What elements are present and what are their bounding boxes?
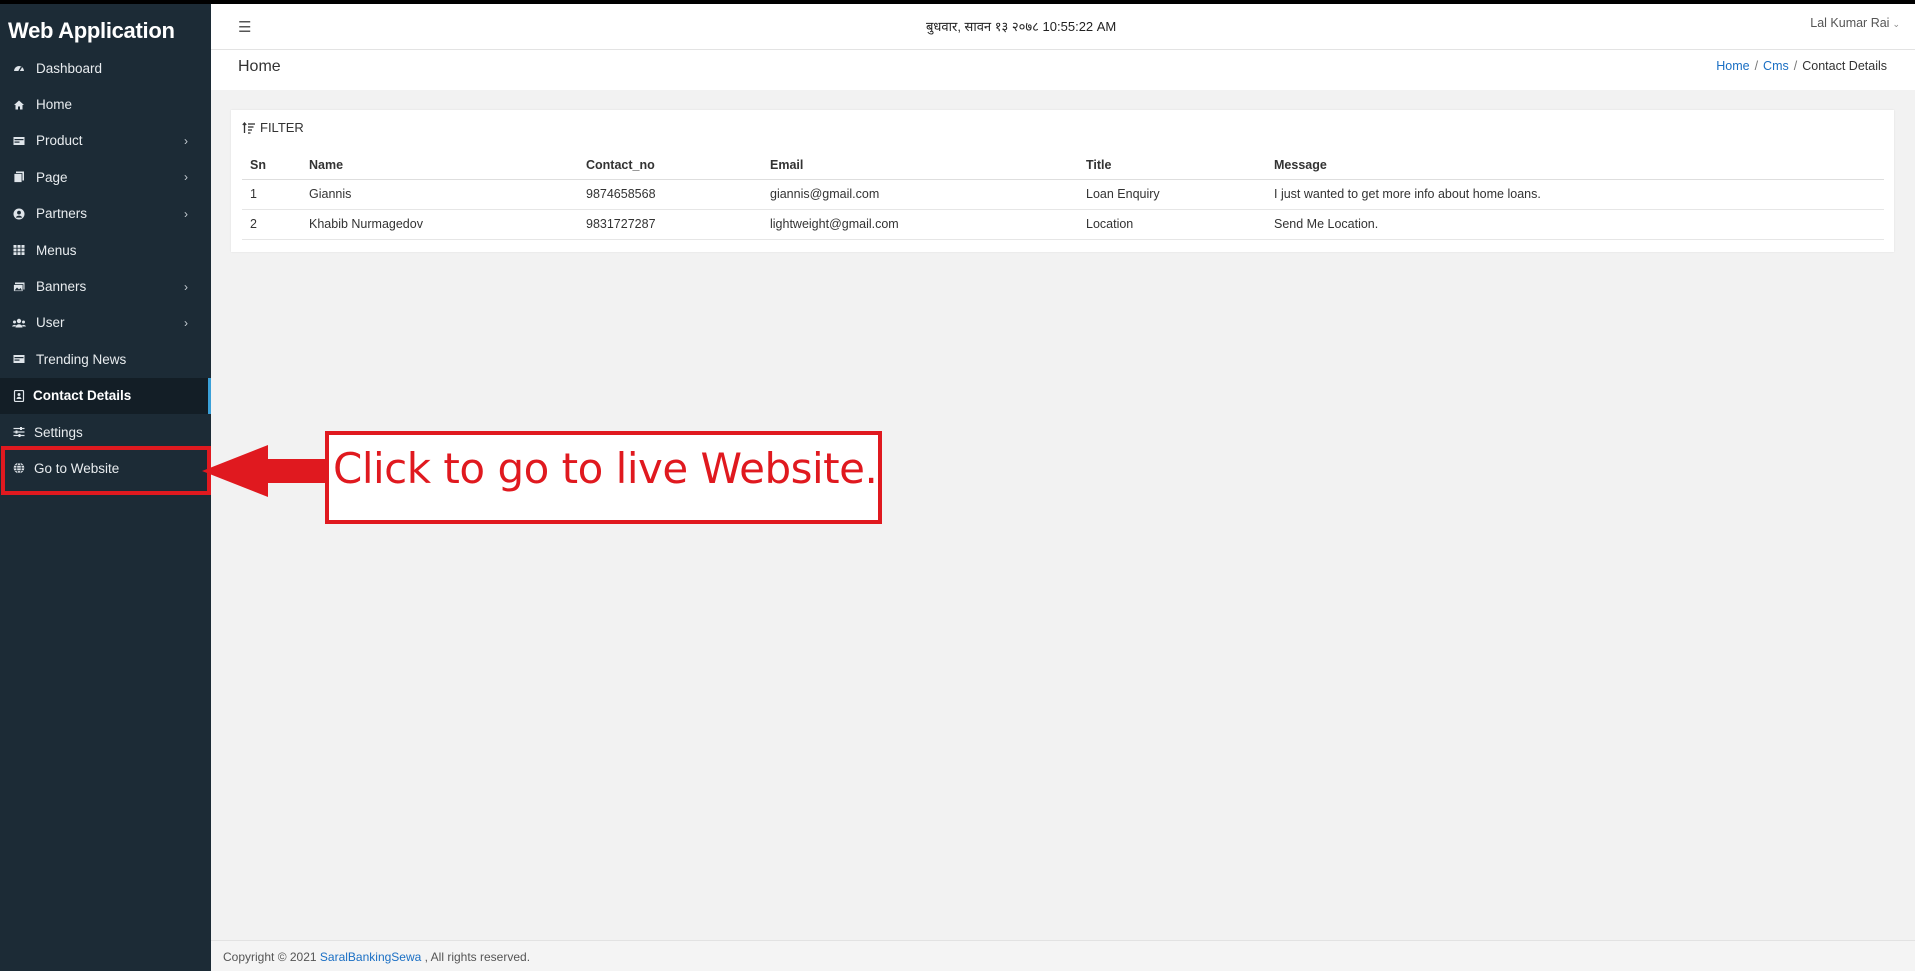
column-header-sn: Sn (242, 151, 301, 180)
annotation-highlight-box (1, 446, 211, 495)
column-header-title: Title (1078, 151, 1266, 180)
sidebar-item-user[interactable]: User › (0, 305, 211, 341)
users-icon (12, 316, 26, 330)
sidebar-item-label: Dashboard (36, 60, 103, 76)
contact-icon (12, 389, 26, 403)
cell-contact-no: 9874658568 (578, 179, 762, 210)
page-titlebar: Home Home / Cms / Contact Details (211, 50, 1915, 90)
sidebar-item-trending-news[interactable]: Trending News (0, 341, 211, 377)
breadcrumb-home-link[interactable]: Home (1716, 59, 1749, 73)
page-title: Home (238, 58, 281, 75)
annotation-callout-text: Click to go to live Website. (333, 444, 878, 493)
cell-title: Loan Enquiry (1078, 179, 1266, 210)
chevron-right-icon: › (184, 133, 188, 148)
cell-name: Giannis (301, 179, 578, 210)
sidebar-item-label: Partners (36, 206, 88, 222)
news-icon (12, 352, 26, 366)
sidebar-item-banners[interactable]: Banners › (0, 268, 211, 304)
breadcrumb-current: Contact Details (1802, 59, 1887, 73)
filter-sort-icon (242, 121, 255, 134)
column-header-message: Message (1266, 151, 1884, 180)
filter-label: FILTER (260, 120, 304, 135)
breadcrumb-cms-link[interactable]: Cms (1763, 59, 1789, 73)
hamburger-menu-icon[interactable]: ☰ (238, 18, 251, 36)
app-title: Web Application (8, 18, 175, 43)
top-header: ☰ बुधवार, सावन १३ २०७८ 10:55:22 AM Lal K… (211, 4, 1915, 50)
cell-contact-no: 9831727287 (578, 209, 762, 240)
sidebar-item-label: Page (36, 169, 68, 185)
image-icon (12, 280, 26, 294)
sidebar-item-partners[interactable]: Partners › (0, 196, 211, 232)
annotation-arrow-icon (202, 445, 328, 497)
cell-sn: 1 (242, 179, 301, 210)
sidebar-item-label: Settings (34, 424, 83, 440)
annotation-callout: Click to go to live Website. (325, 431, 882, 524)
copyright-prefix: Copyright © 2021 (223, 950, 320, 964)
filter-button[interactable]: FILTER (242, 120, 304, 135)
chevron-down-icon: ⌄ (1892, 19, 1900, 29)
dashboard-icon (12, 61, 26, 75)
contact-details-card: FILTER Sn Name Contact_no Email Title Me… (231, 110, 1894, 252)
user-menu[interactable]: Lal Kumar Rai ⌄ (1810, 16, 1900, 30)
page-icon (12, 170, 26, 184)
sidebar-item-label: Menus (36, 242, 77, 258)
sidebar-item-menus[interactable]: Menus (0, 232, 211, 268)
chevron-right-icon: › (184, 279, 188, 294)
product-icon (12, 134, 26, 148)
table-row: 1 Giannis 9874658568 giannis@gmail.com L… (242, 179, 1884, 210)
sidebar-item-home[interactable]: Home (0, 86, 211, 122)
sidebar-item-settings[interactable]: Settings (0, 414, 211, 450)
cell-name: Khabib Nurmagedov (301, 209, 578, 240)
sidebar-item-label: Trending News (36, 351, 127, 367)
sidebar-item-label: Home (36, 97, 73, 113)
breadcrumb: Home / Cms / Contact Details (1716, 59, 1887, 73)
sidebar-item-dashboard[interactable]: Dashboard (0, 50, 211, 86)
chevron-right-icon: › (184, 315, 188, 330)
sidebar-item-product[interactable]: Product › (0, 123, 211, 159)
column-header-email: Email (762, 151, 1078, 180)
table-row: 2 Khabib Nurmagedov 9831727287 lightweig… (242, 209, 1884, 240)
current-datetime: बुधवार, सावन १३ २०७८ 10:55:22 AM (926, 19, 1117, 34)
breadcrumb-separator: / (1754, 59, 1759, 73)
page-footer: Copyright © 2021 SaralBankingSewa , All … (211, 940, 1915, 971)
home-icon (12, 98, 26, 112)
contact-details-table: Sn Name Contact_no Email Title Message 1… (242, 151, 1884, 240)
column-header-name: Name (301, 151, 578, 180)
column-header-contact-no: Contact_no (578, 151, 762, 180)
sliders-icon (12, 425, 26, 439)
grid-icon (12, 243, 26, 257)
partners-icon (12, 207, 26, 221)
sidebar-item-contact-details[interactable]: Contact Details (0, 377, 211, 415)
footer-company-link[interactable]: SaralBankingSewa (320, 950, 421, 964)
chevron-right-icon: › (184, 206, 188, 221)
sidebar-item-label: Banners (36, 279, 87, 295)
sidebar-item-page[interactable]: Page › (0, 159, 211, 195)
cell-sn: 2 (242, 209, 301, 240)
cell-message: I just wanted to get more info about hom… (1266, 179, 1884, 210)
breadcrumb-separator: / (1793, 59, 1798, 73)
cell-email: lightweight@gmail.com (762, 209, 1078, 240)
sidebar-item-label: Product (36, 133, 83, 149)
chevron-right-icon: › (184, 170, 188, 185)
copyright-suffix: , All rights reserved. (421, 950, 531, 964)
table-header-row: Sn Name Contact_no Email Title Message (242, 151, 1884, 180)
cell-email: giannis@gmail.com (762, 179, 1078, 210)
user-name: Lal Kumar Rai (1810, 16, 1890, 30)
cell-message: Send Me Location. (1266, 209, 1884, 240)
cell-title: Location (1078, 209, 1266, 240)
sidebar-menu: Dashboard Home Product › Page › Partners… (0, 50, 211, 487)
sidebar-item-label: User (36, 315, 65, 331)
sidebar-item-label: Contact Details (33, 388, 132, 404)
copyright-text: Copyright © 2021 SaralBankingSewa , All … (223, 950, 530, 964)
